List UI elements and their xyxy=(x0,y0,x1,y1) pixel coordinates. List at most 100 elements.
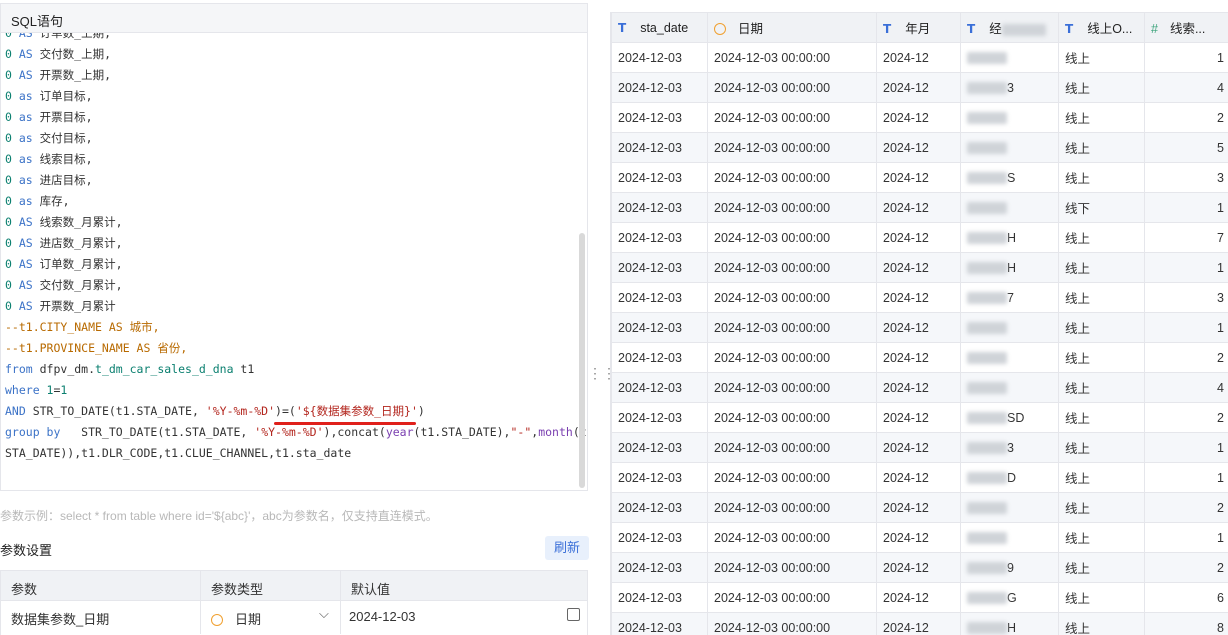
table-row[interactable]: 2024-12-03 2024-12-03 00:00:00 2024-12 3 线上 4 xyxy=(611,72,1228,103)
code-token: 0 xyxy=(5,110,12,124)
table-row[interactable]: 2024-12-03 2024-12-03 00:00:00 2024-12 S 线上 3 xyxy=(611,162,1228,193)
code-token: 线索数_月累计, xyxy=(39,215,123,229)
column-header[interactable]: T 线上O... xyxy=(1058,12,1145,43)
table-cell: 2024-12 xyxy=(876,42,961,73)
redacted-value xyxy=(967,142,1007,155)
code-token: 订单数_上期, xyxy=(39,33,111,40)
table-row[interactable]: 2024-12-03 2024-12-03 00:00:00 2024-12 3 线上 1 xyxy=(611,432,1228,463)
code-token: --t1.CITY_NAME AS 城市, xyxy=(5,320,160,334)
table-row[interactable]: 2024-12-03 2024-12-03 00:00:00 2024-12 线上 2 xyxy=(611,492,1228,523)
sql-code[interactable]: 0 AS 订单数_上期, 0 AS 交付数_上期, 0 AS 开票数_上期, 0 as… xyxy=(5,33,587,464)
code-line: AND STR_TO_DATE(t1.STA_DATE, '%Y-%m-%D')… xyxy=(5,401,587,422)
code-token: as xyxy=(11,110,40,124)
table-row[interactable]: 2024-12-03 2024-12-03 00:00:00 2024-12 H 线上 8 xyxy=(611,612,1228,635)
code-token: AS xyxy=(11,278,40,292)
param-type-select[interactable]: 日期 xyxy=(211,609,261,628)
code-line: 0 as 进店目标, xyxy=(5,170,587,191)
table-row[interactable]: 2024-12-03 2024-12-03 00:00:00 2024-12 9 线上 2 xyxy=(611,552,1228,583)
code-line: group by STR_TO_DATE(t1.STA_DATE, '%Y-%m… xyxy=(5,422,587,443)
table-row[interactable]: 2024-12-03 2024-12-03 00:00:00 2024-12 线上 4 xyxy=(611,372,1228,403)
table-row[interactable]: 2024-12-03 2024-12-03 00:00:00 2024-12 H 线上 7 xyxy=(611,222,1228,253)
code-token: 交付数_月累计, xyxy=(39,278,123,292)
table-row[interactable]: 2024-12-03 2024-12-03 00:00:00 2024-12 线上 1 xyxy=(611,42,1228,73)
table-cell: 2024-12 xyxy=(876,282,961,313)
code-line: --t1.CITY_NAME AS 城市, xyxy=(5,317,587,338)
editor-scrollbar[interactable] xyxy=(579,233,585,488)
param-type-value: 日期 xyxy=(235,612,262,627)
table-cell: 2024-12-03 xyxy=(611,552,708,583)
chevron-down-icon[interactable]: ⌵ xyxy=(319,606,329,622)
table-cell: 2024-12 xyxy=(876,462,961,493)
column-label: sta_date xyxy=(640,20,689,35)
param-default-input[interactable]: 2024-12-03 xyxy=(349,609,416,624)
code-line: 0 AS 订单数_月累计, xyxy=(5,254,587,275)
code-line: 0 AS 交付数_月累计, xyxy=(5,275,587,296)
sql-editor-panel: SQL语句 0 AS 订单数_上期, 0 AS 交付数_上期, 0 AS 开票数_上… xyxy=(0,0,590,635)
column-header[interactable]: Tsta_date xyxy=(611,12,708,43)
redacted-value xyxy=(967,262,1007,275)
table-cell: 2024-12-03 00:00:00 xyxy=(707,42,877,73)
table-cell: 2024-12 xyxy=(876,72,961,103)
column-header[interactable]: 日期 xyxy=(707,12,877,43)
table-cell: H xyxy=(960,252,1059,283)
table-cell: H xyxy=(960,612,1059,635)
table-cell: 线上 xyxy=(1058,492,1145,523)
param-header-name: 参数 xyxy=(11,582,38,597)
table-row[interactable]: 2024-12-03 2024-12-03 00:00:00 2024-12 7 线上 3 xyxy=(611,282,1228,313)
text-type-icon: T xyxy=(883,22,892,36)
column-label: 经 xyxy=(989,22,1002,36)
table-cell: 2024-12 xyxy=(876,342,961,373)
redacted-value xyxy=(967,562,1007,575)
table-cell: D xyxy=(960,462,1059,493)
table-cell: 线上 xyxy=(1058,342,1145,373)
table-cell: 2024-12 xyxy=(876,402,961,433)
table-row[interactable]: 2024-12-03 2024-12-03 00:00:00 2024-12 线上 5 xyxy=(611,132,1228,163)
table-cell: 2024-12-03 xyxy=(611,432,708,463)
table-cell: 2024-12 xyxy=(876,162,961,193)
table-cell: 2024-12-03 00:00:00 xyxy=(707,132,877,163)
code-token: AS xyxy=(11,68,40,82)
column-header[interactable]: T经 xyxy=(960,12,1059,43)
param-row: 数据集参数_日期 日期 ⌵ 2024-12-03 xyxy=(0,601,588,635)
table-cell: 6 xyxy=(1144,582,1228,613)
table-row[interactable]: 2024-12-03 2024-12-03 00:00:00 2024-12 线上 2 xyxy=(611,102,1228,133)
table-cell: 2024-12-03 xyxy=(611,312,708,343)
code-token: 进店目标, xyxy=(39,173,93,187)
table-row[interactable]: 2024-12-03 2024-12-03 00:00:00 2024-12 D 线上 1 xyxy=(611,462,1228,493)
column-header[interactable]: # 线索... xyxy=(1144,12,1228,43)
table-cell xyxy=(960,312,1059,343)
table-cell: 2024-12-03 xyxy=(611,492,708,523)
table-cell: 2024-12-03 00:00:00 xyxy=(707,342,877,373)
table-row[interactable]: 2024-12-03 2024-12-03 00:00:00 2024-12 线上 1 xyxy=(611,312,1228,343)
redacted-value xyxy=(967,202,1007,215)
panel-resize-handle[interactable]: ⋮⋮ xyxy=(588,365,616,385)
column-header[interactable]: T 年月 xyxy=(876,12,961,43)
code-token: AS xyxy=(11,236,40,250)
table-cell: 线上 xyxy=(1058,282,1145,313)
code-line: 0 AS 订单数_上期, xyxy=(5,33,587,44)
table-row[interactable]: 2024-12-03 2024-12-03 00:00:00 2024-12 H 线上 1 xyxy=(611,252,1228,283)
refresh-button[interactable]: 刷新 xyxy=(545,536,589,560)
code-token: ),concat( xyxy=(323,425,386,439)
code-token: month xyxy=(538,425,573,439)
redacted-value xyxy=(967,622,1007,635)
cell-text: S xyxy=(1007,170,1016,185)
table-row[interactable]: 2024-12-03 2024-12-03 00:00:00 2024-12 线上 2 xyxy=(611,342,1228,373)
table-cell: 3 xyxy=(1144,162,1228,193)
code-token: year xyxy=(385,425,414,439)
table-row[interactable]: 2024-12-03 2024-12-03 00:00:00 2024-12 线上 1 xyxy=(611,522,1228,553)
code-token: 0 xyxy=(5,236,12,250)
table-row[interactable]: 2024-12-03 2024-12-03 00:00:00 2024-12 G 线上 6 xyxy=(611,582,1228,613)
red-underline-annotation xyxy=(274,422,416,425)
code-token: 0 xyxy=(5,152,12,166)
table-cell: 2024-12-03 xyxy=(611,342,708,373)
table-cell: 2024-12-03 xyxy=(611,42,708,73)
calendar-icon[interactable] xyxy=(567,608,580,621)
datetime-type-icon xyxy=(714,23,726,35)
table-cell xyxy=(960,492,1059,523)
table-row[interactable]: 2024-12-03 2024-12-03 00:00:00 2024-12 线下 1 xyxy=(611,192,1228,223)
table-cell xyxy=(960,372,1059,403)
table-cell: 2024-12-03 00:00:00 xyxy=(707,402,877,433)
redacted-value xyxy=(967,352,1007,365)
table-row[interactable]: 2024-12-03 2024-12-03 00:00:00 2024-12 SD 线上… xyxy=(611,402,1228,433)
